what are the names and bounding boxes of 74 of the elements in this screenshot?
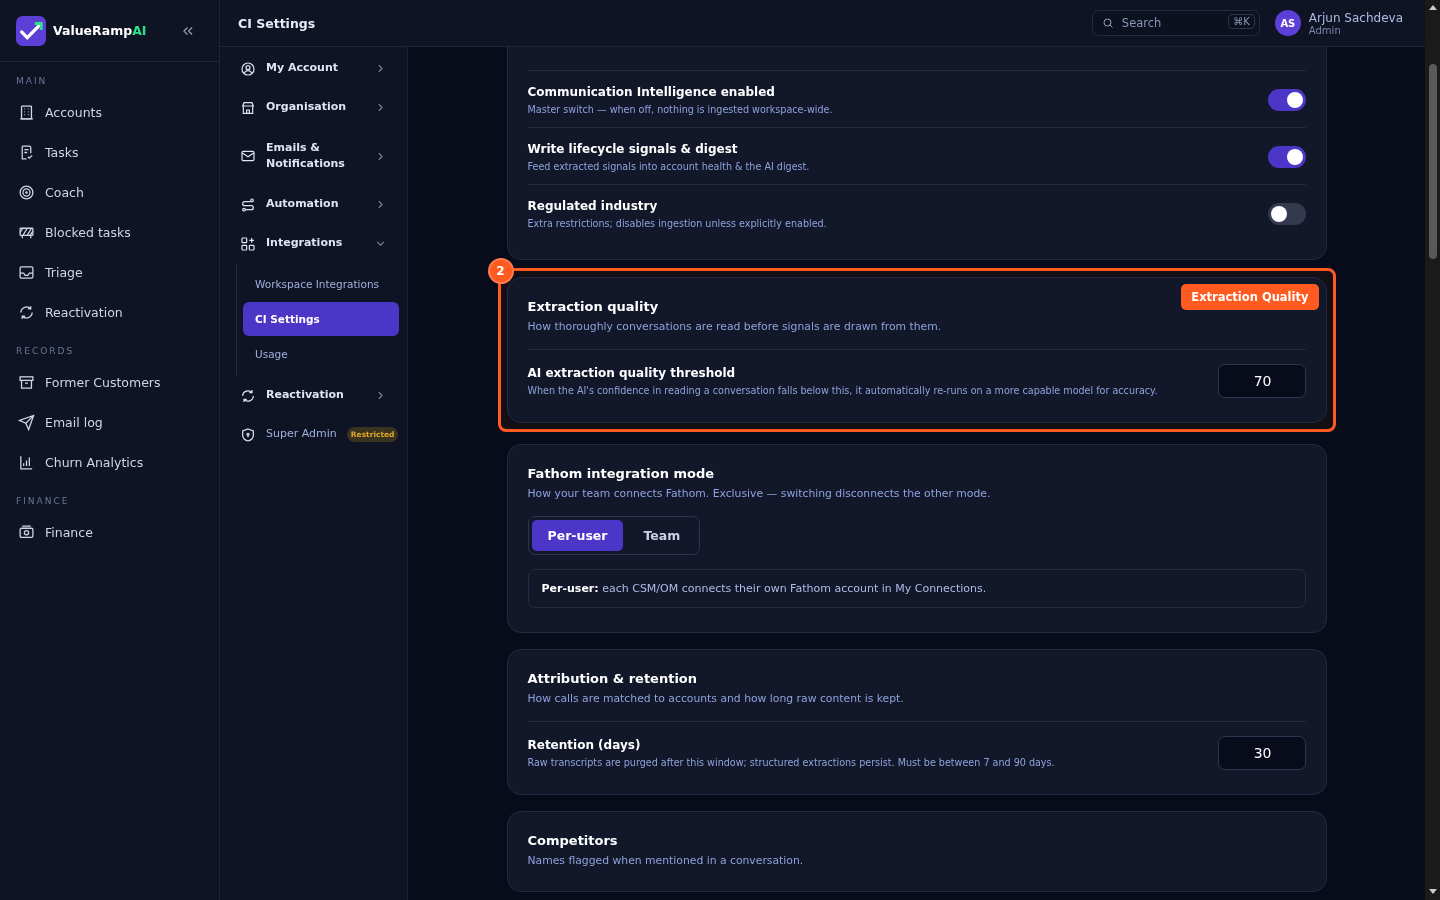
user-avatar[interactable]: AS xyxy=(1274,10,1301,36)
sidebar-item[interactable]: Triage xyxy=(0,252,219,292)
toggle-switch[interactable] xyxy=(1267,146,1306,168)
sidebar-item-icon xyxy=(18,523,35,541)
settings-subnav-item[interactable]: Workspace Integrations xyxy=(243,267,399,301)
nav-item-icon xyxy=(240,387,256,404)
toggle-switch[interactable] xyxy=(1267,89,1306,111)
sidebar-item[interactable]: Churn Analytics xyxy=(0,442,219,482)
mode-option[interactable]: Per-user xyxy=(531,520,624,551)
settings-subnav-item[interactable]: Usage xyxy=(243,337,399,371)
setting-title: Retention (days) xyxy=(527,738,642,752)
card-description: How your team connects Fathom. Exclusive — switching disconnects the other mode. xyxy=(527,487,992,500)
card-description: How thoroughly conversations are read before signals are drawn from them. xyxy=(527,320,943,333)
number-input[interactable]: 70 xyxy=(1217,364,1306,398)
sidebar-item-icon xyxy=(18,303,35,321)
sidebar-item-icon xyxy=(18,373,35,391)
sidebar-item-icon xyxy=(18,453,35,471)
setting-title: Communication Intelligence enabled xyxy=(527,85,776,99)
settings-nav-item[interactable]: Reactivation xyxy=(220,376,407,415)
toggle-switch[interactable] xyxy=(1267,203,1306,225)
highlight-label: Extraction Quality xyxy=(1181,284,1319,310)
section-label: RECORDS xyxy=(15,345,76,358)
nav-item-icon xyxy=(240,99,256,116)
setting-description: Feed extracted signals into account health & the AI digest. xyxy=(527,161,810,172)
sidebar-item[interactable]: Coach xyxy=(0,172,219,212)
sidebar-item-icon xyxy=(18,413,35,431)
brand-name: ValueRampAI xyxy=(53,23,148,38)
sidebar-item-icon xyxy=(18,183,35,201)
mode-option[interactable]: Team xyxy=(627,520,697,551)
setting-description: Raw transcripts are purged after this window; structured extractions persist. Must be between 7 and 90 days. xyxy=(527,757,1055,768)
settings-nav-item[interactable]: Emails & Notifications xyxy=(220,127,407,185)
number-input[interactable]: 30 xyxy=(1217,736,1306,770)
nav-item-icon xyxy=(240,235,256,252)
sidebar-item[interactable]: Accounts xyxy=(0,92,219,132)
nav-item-icon xyxy=(240,148,256,164)
mode-note: Per-user: each CSM/OM connects their own Fathom account in My Connections. xyxy=(527,569,1306,608)
shortcut-key: ⌘K xyxy=(1228,14,1255,29)
setting-title: AI extraction quality threshold xyxy=(527,366,737,380)
page-title: CI Settings xyxy=(238,15,317,31)
scrollbar[interactable] xyxy=(1425,0,1440,900)
sidebar-item[interactable]: Email log xyxy=(0,402,219,442)
sidebar-item-icon xyxy=(18,263,35,281)
logo-icon xyxy=(16,15,46,46)
setting-description: When the AI's confidence in reading a conversation falls below this, it automatically re-runs on a more capable model for accuracy. xyxy=(527,385,1158,396)
search-icon xyxy=(1101,17,1114,29)
sidebar-item[interactable]: Former Customers xyxy=(0,362,219,402)
sidebar-item[interactable]: Blocked tasks xyxy=(0,212,219,252)
user-name: Arjun Sachdeva xyxy=(1308,10,1403,25)
settings-nav-item[interactable]: My Account xyxy=(220,49,407,88)
user-role: Admin xyxy=(1308,24,1342,36)
setting-title: Regulated industry xyxy=(527,199,659,213)
card-title: Fathom integration mode xyxy=(527,466,716,481)
setting-description: Master switch — when off, nothing is ingested workspace-wide. xyxy=(527,104,833,115)
settings-nav-item[interactable]: Automation xyxy=(220,185,407,224)
sidebar-item[interactable]: Finance xyxy=(0,512,219,552)
nav-item-icon xyxy=(240,60,256,77)
setting-description: Extra restrictions; disables ingestion unless explicitly enabled. xyxy=(527,218,827,229)
card-title: Competitors xyxy=(527,833,619,848)
card-description: How calls are matched to accounts and how long raw content is kept. xyxy=(527,692,905,705)
sidebar-item[interactable]: Reactivation xyxy=(0,292,219,332)
nav-item-icon xyxy=(240,426,256,443)
card-title: Attribution & retention xyxy=(527,671,699,686)
sidebar-item-icon xyxy=(18,103,35,121)
nav-item-icon xyxy=(240,196,256,213)
settings-nav-item[interactable]: Organisation xyxy=(220,88,407,127)
settings-subnav-item[interactable]: CI Settings xyxy=(243,302,399,336)
setting-title: Write lifecycle signals & digest xyxy=(527,142,739,156)
step-badge: 2 xyxy=(487,258,514,284)
section-label: FINANCE xyxy=(15,495,71,508)
sidebar-item[interactable]: Tasks xyxy=(0,132,219,172)
card-description: Names flagged when mentioned in a conversation. xyxy=(527,854,805,867)
section-label: MAIN xyxy=(15,75,49,88)
card-title: Extraction quality xyxy=(527,299,660,314)
settings-nav-item[interactable]: Integrations xyxy=(220,224,407,263)
